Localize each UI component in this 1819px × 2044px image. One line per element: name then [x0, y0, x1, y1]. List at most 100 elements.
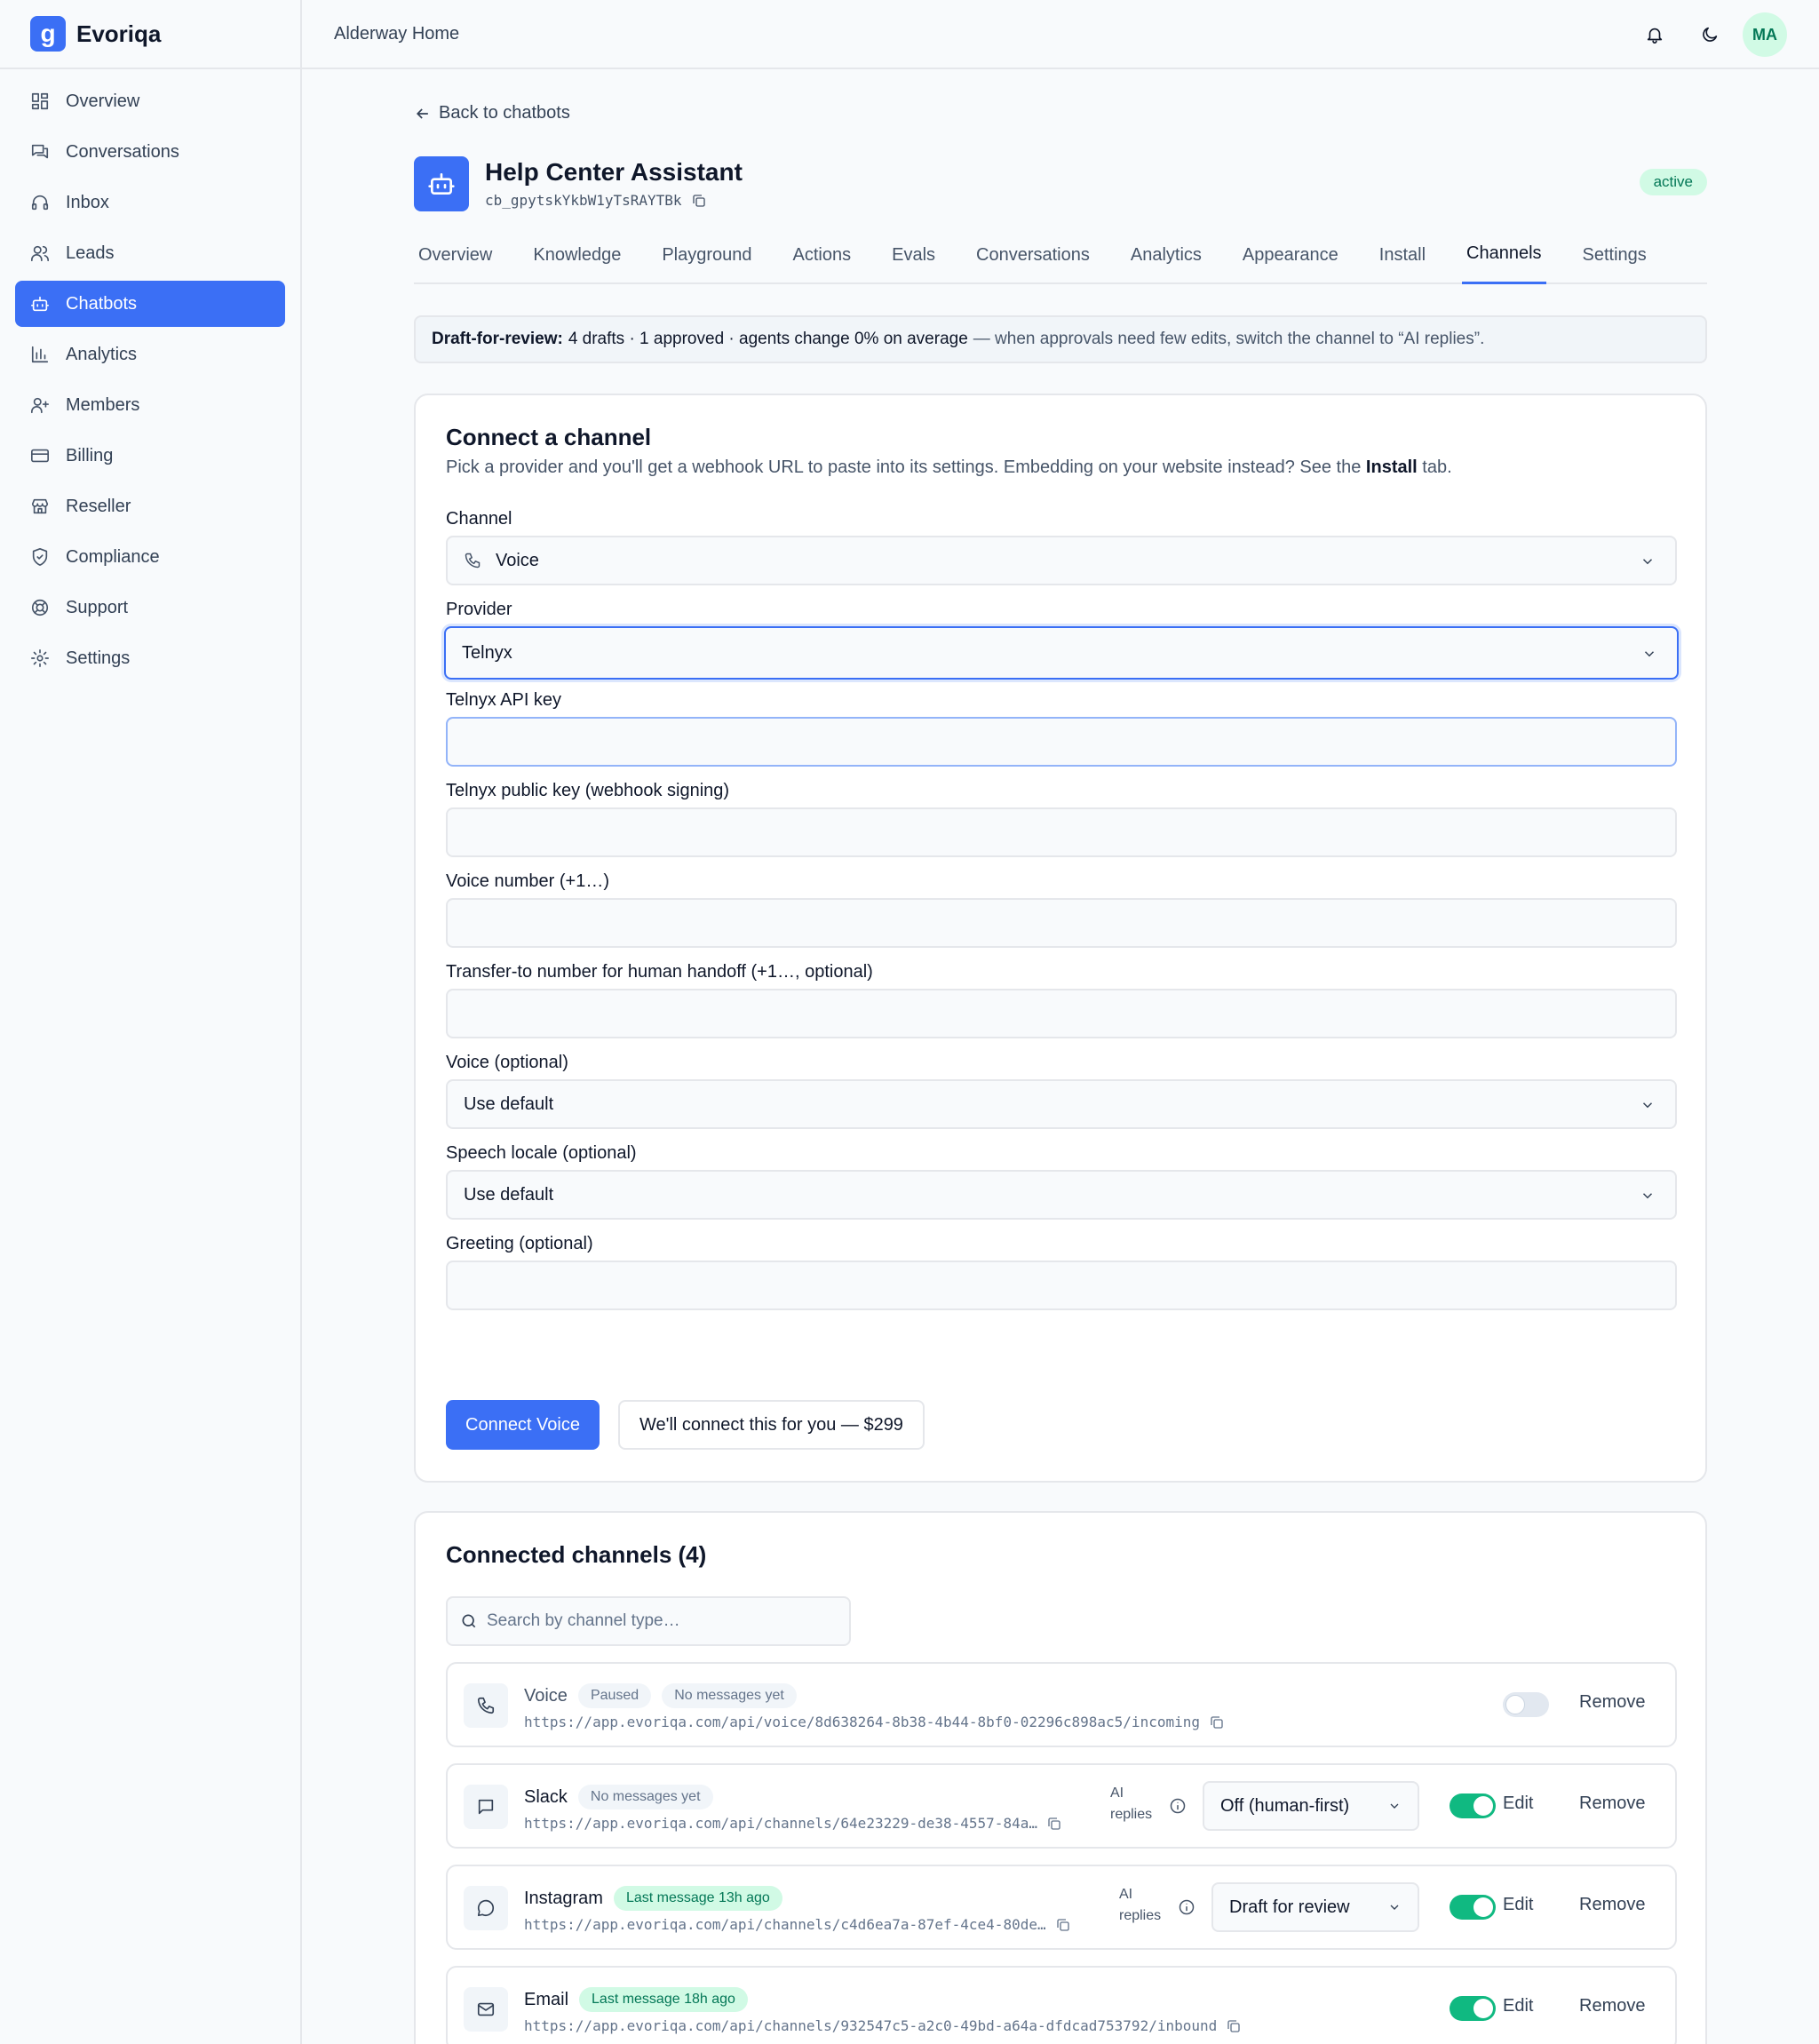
edit-button[interactable]: Edit	[1503, 1895, 1533, 1915]
webhook-url-text: https://app.evoriqa.com/api/channels/932…	[524, 2017, 1218, 2034]
info-icon[interactable]	[1178, 1898, 1195, 1916]
voice-select[interactable]: Use default	[446, 1079, 1677, 1129]
tab-playground[interactable]: Playground	[657, 226, 756, 284]
greeting-input[interactable]	[446, 1261, 1677, 1310]
search-placeholder: Search by channel type…	[487, 1611, 680, 1630]
sidebar-item-conversations[interactable]: Conversations	[15, 129, 285, 175]
info-icon[interactable]	[1169, 1797, 1187, 1815]
sidebar-item-label: Chatbots	[66, 293, 138, 314]
sidebar-nav: Overview Conversations Inbox Leads Chatb…	[0, 69, 300, 695]
channel-name-text: Voice	[524, 1685, 568, 1706]
toggle-knob	[1473, 1796, 1493, 1816]
sidebar-item-settings[interactable]: Settings	[15, 635, 285, 681]
public-key-label: Telnyx public key (webhook signing)	[446, 781, 730, 800]
tab-actions[interactable]: Actions	[789, 226, 856, 284]
users-icon	[31, 245, 49, 262]
connected-title: Connected channels (4)	[446, 1541, 707, 1568]
channel-name: Instagram Last message 13h ago	[524, 1886, 782, 1911]
tab-install[interactable]: Install	[1375, 226, 1430, 284]
webhook-url: https://app.evoriqa.com/api/channels/c4d…	[524, 1916, 1071, 1933]
remove-button[interactable]: Remove	[1579, 1793, 1645, 1814]
bot-icon	[31, 296, 49, 312]
ai-mode-value: Off (human-first)	[1220, 1795, 1350, 1816]
channel-enabled-toggle[interactable]	[1503, 1692, 1549, 1717]
done-for-you-button[interactable]: We'll connect this for you — $299	[618, 1400, 925, 1450]
copy-icon[interactable]	[691, 193, 707, 209]
channel-row-voice: Voice Paused No messages yet https://app…	[446, 1662, 1677, 1747]
provider-select[interactable]: Telnyx	[444, 626, 1679, 680]
install-tab-link[interactable]: Install	[1366, 457, 1418, 477]
tab-conversations[interactable]: Conversations	[972, 226, 1094, 284]
message-square-icon	[478, 1799, 494, 1815]
sidebar-item-billing[interactable]: Billing	[15, 433, 285, 479]
gear-icon	[31, 649, 49, 667]
channel-name-text: Instagram	[524, 1888, 603, 1908]
sidebar-item-label: Leads	[66, 243, 115, 263]
copy-icon[interactable]	[1055, 1917, 1071, 1933]
tab-overview[interactable]: Overview	[414, 226, 496, 284]
voice-number-input[interactable]	[446, 898, 1677, 948]
tab-knowledge[interactable]: Knowledge	[528, 226, 625, 284]
tab-evals[interactable]: Evals	[887, 226, 940, 284]
greeting-label: Greeting (optional)	[446, 1234, 593, 1253]
sidebar-item-overview[interactable]: Overview	[15, 78, 285, 124]
status-badge: active	[1639, 169, 1707, 195]
bot-id-value: cb_gpytskYkbW1yTsRAYTBk	[485, 192, 682, 209]
tab-analytics[interactable]: Analytics	[1126, 226, 1206, 284]
sidebar-item-leads[interactable]: Leads	[15, 230, 285, 276]
headset-icon	[31, 195, 49, 211]
sidebar-item-support[interactable]: Support	[15, 585, 285, 631]
store-icon	[31, 498, 49, 514]
provider-select-value: Telnyx	[462, 642, 512, 663]
channel-name: Slack No messages yet	[524, 1785, 713, 1809]
remove-button[interactable]: Remove	[1579, 1996, 1645, 2016]
copy-icon[interactable]	[1226, 2018, 1242, 2034]
channel-icon	[464, 1987, 508, 2032]
sidebar-item-inbox[interactable]: Inbox	[15, 179, 285, 226]
tab-settings[interactable]: Settings	[1578, 226, 1651, 284]
edit-button[interactable]: Edit	[1503, 1996, 1533, 2016]
sidebar-item-label: Settings	[66, 648, 131, 668]
channel-select[interactable]: Voice	[446, 536, 1677, 585]
sidebar-item-analytics[interactable]: Analytics	[15, 331, 285, 378]
sidebar-item-chatbots[interactable]: Chatbots	[15, 281, 285, 327]
api-key-input[interactable]	[446, 717, 1677, 767]
bot-header: Help Center Assistant cb_gpytskYkbW1yTsR…	[414, 156, 1707, 213]
edit-button[interactable]: Edit	[1503, 1793, 1533, 1814]
tab-channels[interactable]: Channels	[1462, 226, 1546, 284]
sidebar-item-compliance[interactable]: Compliance	[15, 534, 285, 580]
tab-appearance[interactable]: Appearance	[1238, 226, 1343, 284]
locale-select[interactable]: Use default	[446, 1170, 1677, 1220]
copy-icon[interactable]	[1046, 1816, 1062, 1832]
channel-enabled-toggle[interactable]	[1450, 1793, 1496, 1818]
copy-icon[interactable]	[1209, 1714, 1225, 1730]
grid-icon	[31, 92, 49, 110]
chevron-down-icon	[1642, 1102, 1653, 1109]
public-key-input[interactable]	[446, 807, 1677, 857]
webhook-url-text: https://app.evoriqa.com/api/voice/8d6382…	[524, 1714, 1200, 1730]
ai-mode-select[interactable]: Off (human-first)	[1203, 1781, 1419, 1831]
chevron-down-icon	[1642, 559, 1653, 565]
notifications-button[interactable]	[1632, 12, 1677, 57]
channel-search-input[interactable]: Search by channel type…	[446, 1596, 851, 1646]
ai-mode-select[interactable]: Draft for review	[1211, 1882, 1419, 1932]
transfer-number-input[interactable]	[446, 989, 1677, 1038]
remove-button[interactable]: Remove	[1579, 1692, 1645, 1713]
brand[interactable]: g Evoriqa	[0, 0, 300, 69]
channel-enabled-toggle[interactable]	[1450, 1895, 1496, 1920]
top-bar: Alderway Home MA	[302, 0, 1819, 69]
avatar[interactable]: MA	[1743, 12, 1787, 57]
locale-select-value: Use default	[464, 1184, 554, 1205]
back-to-chatbots-link[interactable]: Back to chatbots	[414, 103, 570, 123]
connect-voice-button[interactable]: Connect Voice	[446, 1400, 600, 1450]
sidebar-item-label: Billing	[66, 445, 114, 465]
workspace-name[interactable]: Alderway Home	[334, 24, 459, 44]
sidebar-item-reseller[interactable]: Reseller	[15, 483, 285, 529]
locale-label: Speech locale (optional)	[446, 1143, 637, 1163]
channel-select-value: Voice	[496, 550, 539, 570]
remove-button[interactable]: Remove	[1579, 1895, 1645, 1915]
channel-enabled-toggle[interactable]	[1450, 1996, 1496, 2021]
theme-toggle-button[interactable]	[1688, 12, 1732, 57]
sidebar-item-members[interactable]: Members	[15, 382, 285, 428]
chevron-down-icon	[1390, 1803, 1399, 1809]
